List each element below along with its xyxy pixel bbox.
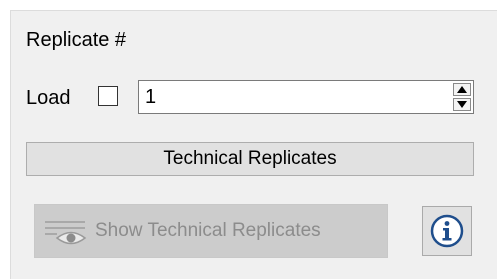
arrow-down-icon — [457, 101, 467, 108]
spin-down-button[interactable] — [453, 98, 471, 111]
show-technical-replicates-label: Show Technical Replicates — [95, 220, 321, 241]
arrow-up-icon — [457, 86, 467, 93]
info-button[interactable] — [422, 206, 472, 256]
replicate-number-input[interactable] — [145, 83, 435, 111]
load-label: Load — [26, 87, 71, 109]
load-checkbox[interactable] — [98, 86, 118, 106]
replicate-number-spinner[interactable] — [138, 80, 474, 114]
replicate-group-title: Replicate # — [26, 29, 127, 51]
show-technical-replicates-button[interactable]: Show Technical Replicates — [34, 204, 388, 258]
technical-replicates-button[interactable]: Technical Replicates — [26, 142, 474, 176]
spin-up-button[interactable] — [453, 83, 471, 96]
info-icon — [430, 214, 464, 248]
spin-buttons — [453, 83, 471, 111]
eye-list-icon — [45, 221, 87, 245]
